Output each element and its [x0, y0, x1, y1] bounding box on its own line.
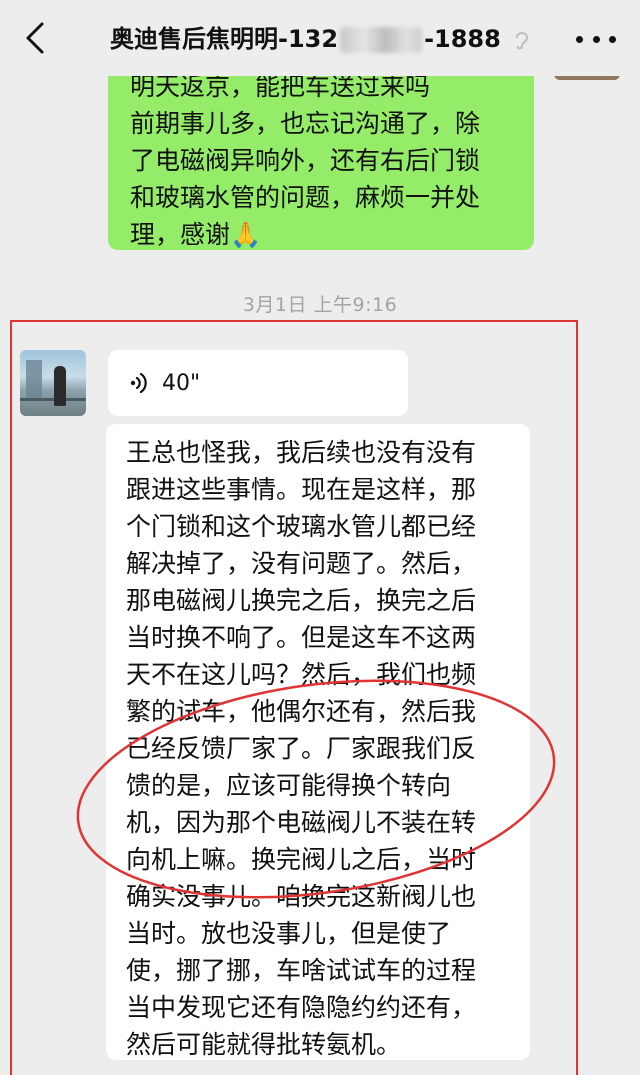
- message-line: 当中发现它还有隐隐约约还有，: [126, 993, 477, 1022]
- chevron-left-icon: [26, 22, 44, 54]
- message-line: 确实没事儿。咱换完这新阀儿也: [126, 882, 477, 911]
- voice-duration: 40": [162, 370, 201, 396]
- more-dot: [609, 35, 616, 43]
- message-line: 然后可能就得批转氨机。: [126, 1030, 402, 1059]
- message-line: 已经反馈厂家了。厂家跟我们反: [126, 734, 477, 763]
- message-line: 前期事儿多，也忘记沟通了，除: [130, 109, 481, 138]
- message-line: 当时。放也没事儿，但是使了: [126, 919, 452, 948]
- avatar-rail-shape: [20, 398, 86, 401]
- message-line: 个门锁和这个玻璃水管儿都已经: [126, 512, 477, 541]
- more-dot: [576, 35, 583, 43]
- outgoing-message-bubble[interactable]: 明天返京，能把车送过来吗 前期事儿多，也忘记沟通了，除 了电磁阀异响外，还有右后…: [108, 50, 534, 250]
- message-line: 繁的试车，他偶尔还有，然后我: [126, 697, 477, 726]
- peer-avatar[interactable]: [20, 350, 86, 416]
- message-line: 和玻璃水管的问题，麻烦一并处: [130, 183, 481, 212]
- chat-title: 奥迪售后焦明明-132 -1888: [110, 20, 530, 58]
- chat-title-suffix: -1888: [424, 25, 501, 53]
- message-line: 了电磁阀异响外，还有右后门锁: [130, 146, 481, 175]
- voice-waves-icon: [130, 372, 147, 394]
- incoming-message-bubble[interactable]: 王总也怪我，我后续也没有没有 跟进这些事情。现在是这样，那 个门锁和这个玻璃水管…: [106, 424, 530, 1060]
- message-line: 天不在这儿吗？然后，我们也频: [126, 660, 477, 689]
- more-dot: [592, 35, 600, 43]
- back-button[interactable]: [18, 20, 52, 56]
- ear-icon: [516, 32, 529, 50]
- voice-message-bubble[interactable]: 40": [108, 350, 408, 416]
- message-line: 当时换不响了。但是这车不这两: [126, 623, 477, 652]
- message-line: 理，感谢🙏: [130, 220, 262, 249]
- message-line: 馈的是，应该可能得换个转向: [126, 771, 452, 800]
- avatar-building-shape: [26, 360, 42, 400]
- message-line: 向机上嘛。换完阀儿之后，当时: [126, 845, 477, 874]
- message-line: 机，因为那个电磁阀儿不装在转: [126, 808, 477, 837]
- message-line: 王总也怪我，我后续也没有没有: [126, 438, 477, 467]
- chat-title-prefix: 奥迪售后焦明明-132: [110, 25, 339, 53]
- message-line: 解决掉了，没有问题了。然后，: [126, 549, 477, 578]
- message-line: 那电磁阀儿换完之后，换完之后: [126, 586, 477, 615]
- chat-header: 奥迪售后焦明明-132 -1888: [0, 0, 640, 76]
- redacted-phone-blur: [340, 27, 423, 53]
- message-timestamp: 3月1日 上午9:16: [242, 294, 398, 316]
- more-button[interactable]: [576, 24, 616, 54]
- avatar-person-shape: [54, 366, 66, 406]
- message-line: 使，挪了挪，车啥试试车的过程: [126, 956, 477, 985]
- message-line: 跟进这些事情。现在是这样，那: [126, 475, 477, 504]
